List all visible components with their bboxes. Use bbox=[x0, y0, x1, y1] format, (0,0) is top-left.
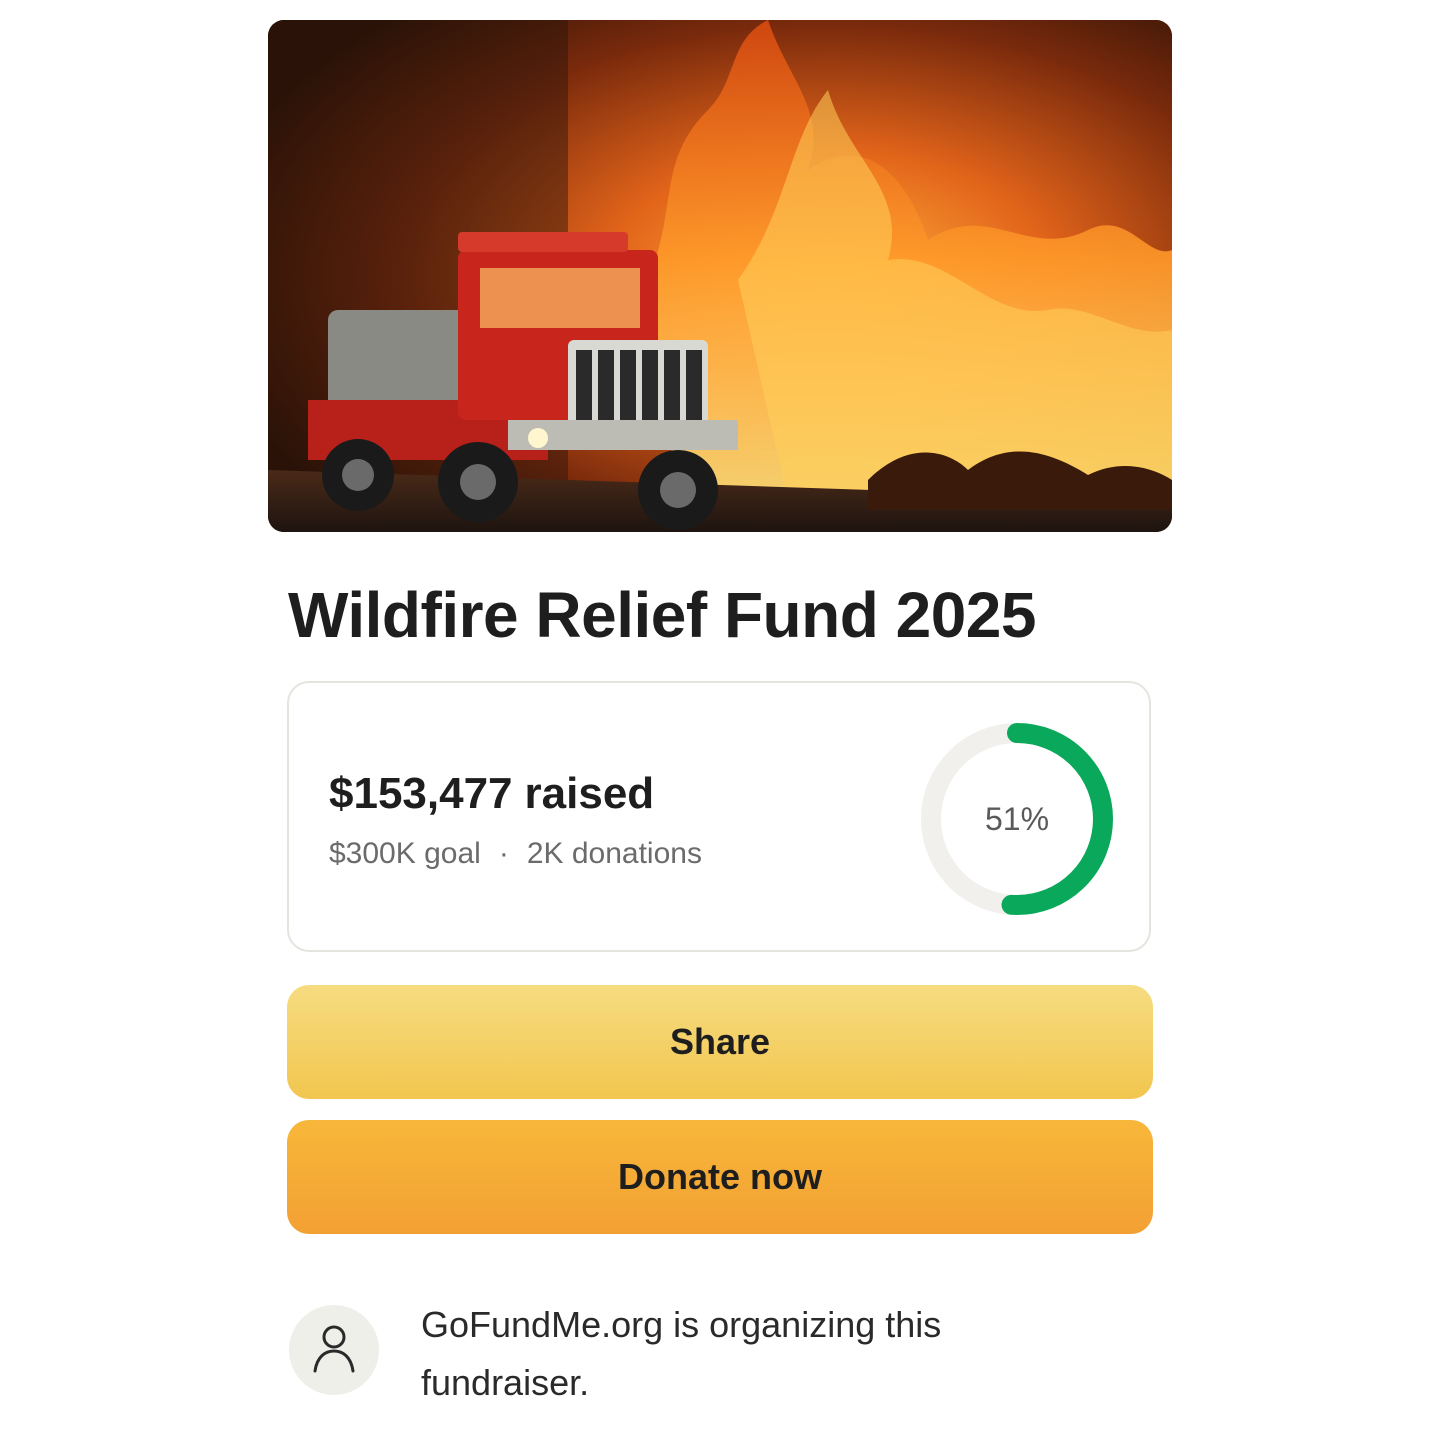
hero-image bbox=[268, 20, 1172, 532]
fire-truck-wildfire-photo bbox=[268, 20, 1172, 532]
organizer-text: GoFundMe.org is organizing this fundrais… bbox=[421, 1304, 942, 1403]
amount-raised: $153,477 raised bbox=[329, 769, 654, 819]
page-title: Wildfire Relief Fund 2025 bbox=[288, 579, 1036, 651]
donations-count: 2K donations bbox=[526, 837, 702, 870]
amount-raised-suffix: raised bbox=[524, 769, 655, 818]
progress-meta: $300K goal · 2K donations bbox=[329, 837, 702, 871]
progress-card: $153,477 raised $300K goal · 2K donations 5… bbox=[287, 681, 1151, 952]
amount-raised-value: $153,477 bbox=[329, 769, 513, 818]
share-button[interactable]: Share bbox=[287, 985, 1153, 1099]
progress-percent: 51% bbox=[984, 801, 1050, 837]
meta-separator: · bbox=[498, 837, 509, 870]
goal-text: $300K goal bbox=[329, 837, 481, 870]
user-icon bbox=[313, 1325, 355, 1373]
donate-button[interactable]: Donate now bbox=[287, 1120, 1153, 1234]
organizer-avatar bbox=[289, 1305, 379, 1395]
